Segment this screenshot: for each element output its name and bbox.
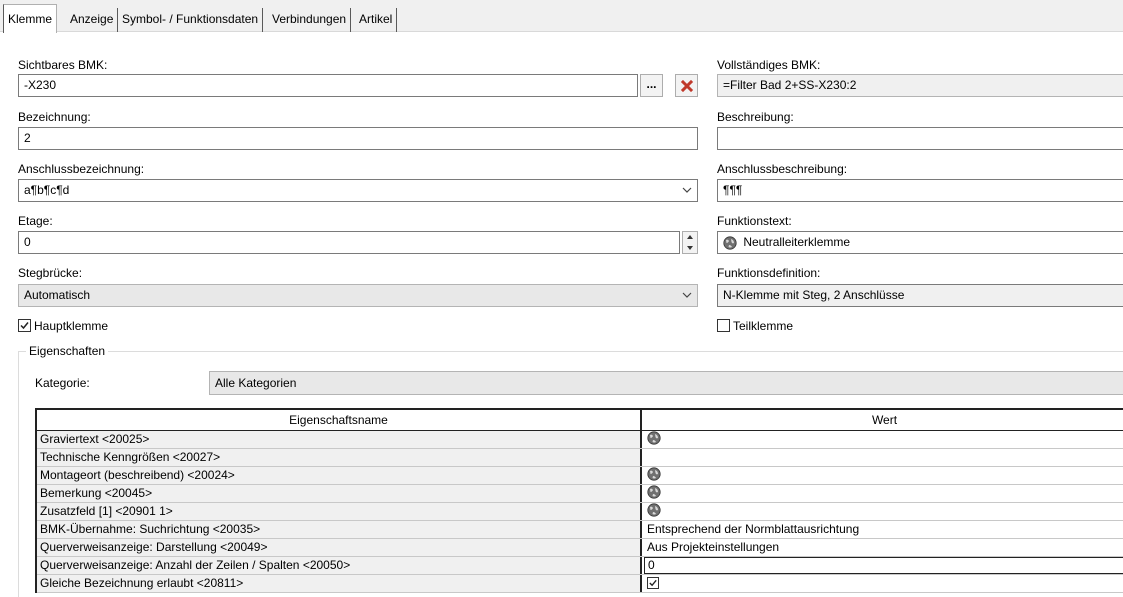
funktionstext-input[interactable]: Neutralleiterklemme: [717, 231, 1123, 254]
property-value-cell[interactable]: [644, 467, 1123, 484]
property-value-cell[interactable]: [644, 449, 1123, 466]
property-name-cell: BMK-Übernahme: Suchrichtung <20035>: [37, 521, 642, 538]
table-row[interactable]: Zusatzfeld [1] <20901 1>: [37, 503, 1123, 521]
browse-button[interactable]: ...: [640, 74, 663, 97]
table-row[interactable]: Montageort (beschreibend) <20024>: [37, 467, 1123, 485]
table-header: Eigenschaftsname Wert: [37, 410, 1123, 431]
hauptklemme-label: Hauptklemme: [34, 319, 109, 333]
beschreibung-label: Beschreibung:: [717, 110, 794, 124]
sichtbares-bmk-label: Sichtbares BMK:: [18, 58, 108, 72]
globe-icon: [647, 467, 661, 481]
tab-label: Verbindungen: [272, 12, 347, 26]
table-body: Graviertext <20025> Technische Kenngrößen…: [37, 431, 1123, 593]
property-value-cell[interactable]: Aus Projekteinstellungen: [644, 539, 1123, 556]
property-name-cell: Zusatzfeld [1] <20901 1>: [37, 503, 642, 520]
property-value-cell[interactable]: [644, 431, 1123, 448]
funktionstext-value: Neutralleiterklemme: [743, 235, 851, 249]
vollstaendiges-bmk-field: =Filter Bad 2+SS-X230:2: [717, 74, 1123, 97]
tab-label: Symbol- / Funktionsdaten: [122, 12, 259, 26]
chevron-down-icon[interactable]: [683, 243, 697, 253]
etage-input[interactable]: 0: [18, 231, 680, 254]
property-name-cell: Gleiche Bezeichnung erlaubt <20811>: [37, 575, 642, 592]
property-value: 0: [648, 558, 655, 572]
etage-label: Etage:: [18, 214, 53, 228]
anschlussbeschreibung-input[interactable]: ¶¶¶: [717, 179, 1123, 202]
close-icon: [680, 79, 693, 93]
anschlussbezeichnung-label: Anschlussbezeichnung:: [18, 162, 145, 176]
column-header-name[interactable]: Eigenschaftsname: [37, 410, 642, 430]
delete-button[interactable]: [675, 74, 698, 97]
tab-label: Anzeige: [70, 12, 114, 26]
tab-label: Klemme: [8, 12, 53, 26]
property-name-cell: Graviertext <20025>: [37, 431, 642, 448]
property-value-cell[interactable]: [644, 485, 1123, 502]
globe-icon: [723, 236, 737, 250]
property-name-cell: Querverweisanzeige: Darstellung <20049>: [37, 539, 642, 556]
globe-icon: [647, 485, 661, 499]
tab-label: Artikel: [359, 12, 393, 26]
kategorie-combobox[interactable]: Alle Kategorien: [209, 371, 1123, 395]
funktionsdefinition-label: Funktionsdefinition:: [717, 266, 821, 280]
property-name-cell: Querverweisanzeige: Anzahl der Zeilen / …: [37, 557, 642, 574]
property-value-cell[interactable]: Entsprechend der Normblattausrichtung: [644, 521, 1123, 538]
property-value-cell[interactable]: [644, 575, 1123, 592]
property-value-cell[interactable]: 0: [644, 557, 1123, 574]
funktionstext-label: Funktionstext:: [717, 214, 792, 228]
kategorie-label: Kategorie:: [35, 376, 90, 390]
vollstaendiges-bmk-label: Vollständiges BMK:: [717, 58, 821, 72]
etage-stepper[interactable]: [682, 231, 698, 254]
property-name-cell: Technische Kenngrößen <20027>: [37, 449, 642, 466]
properties-table: Eigenschaftsname Wert Graviertext <20025…: [35, 408, 1123, 593]
tab-artikel[interactable]: Artikel: [355, 8, 398, 32]
sichtbares-bmk-input[interactable]: -X230: [18, 74, 638, 97]
property-name-cell: Bemerkung <20045>: [37, 485, 642, 502]
checkmark-icon: [649, 579, 657, 587]
teilklemme-label: Teilklemme: [733, 319, 794, 333]
globe-icon: [647, 431, 661, 445]
gleiche-bezeichnung-checkbox[interactable]: [647, 577, 659, 589]
bezeichnung-input[interactable]: 2: [18, 127, 698, 150]
funktionsdefinition-field[interactable]: N-Klemme mit Steg, 2 Anschlüsse: [717, 284, 1123, 307]
table-row[interactable]: Querverweisanzeige: Anzahl der Zeilen / …: [37, 557, 1123, 575]
chevron-down-icon: [682, 187, 692, 193]
table-row[interactable]: Bemerkung <20045>: [37, 485, 1123, 503]
property-value-cell[interactable]: [644, 503, 1123, 520]
chevron-down-icon: [682, 292, 692, 298]
tab-anzeige[interactable]: Anzeige: [66, 8, 119, 32]
beschreibung-input[interactable]: [717, 127, 1123, 150]
eigenschaften-group-label: Eigenschaften: [26, 344, 109, 358]
stegbruecke-value: Automatisch: [24, 288, 91, 302]
anschlussbeschreibung-label: Anschlussbeschreibung:: [717, 162, 848, 176]
property-name-cell: Montageort (beschreibend) <20024>: [37, 467, 642, 484]
teilklemme-checkbox[interactable]: [717, 319, 730, 332]
hauptklemme-checkbox[interactable]: [18, 319, 31, 332]
anschlussbezeichnung-combobox[interactable]: a¶b¶c¶d: [18, 179, 698, 202]
tab-bar: Klemme Anzeige Symbol- / Funktionsdaten …: [0, 0, 1123, 33]
table-row[interactable]: Gleiche Bezeichnung erlaubt <20811>: [37, 575, 1123, 593]
stegbruecke-label: Stegbrücke:: [18, 266, 83, 280]
tab-verbindungen[interactable]: Verbindungen: [268, 8, 352, 32]
property-value: Aus Projekteinstellungen: [647, 540, 780, 554]
table-row[interactable]: Technische Kenngrößen <20027>: [37, 449, 1123, 467]
tab-symbol-funktionsdaten[interactable]: Symbol- / Funktionsdaten: [118, 8, 264, 32]
globe-icon: [647, 503, 661, 517]
stegbruecke-combobox[interactable]: Automatisch: [18, 284, 698, 307]
table-row[interactable]: BMK-Übernahme: Suchrichtung <20035> Entsp…: [37, 521, 1123, 539]
column-header-value[interactable]: Wert: [644, 410, 1123, 430]
chevron-up-icon[interactable]: [683, 232, 697, 242]
checkmark-icon: [20, 322, 29, 330]
anschlussbezeichnung-value: a¶b¶c¶d: [24, 183, 70, 197]
table-row[interactable]: Graviertext <20025>: [37, 431, 1123, 449]
bezeichnung-label: Bezeichnung:: [18, 110, 91, 124]
tab-klemme[interactable]: Klemme: [3, 4, 58, 33]
table-row[interactable]: Querverweisanzeige: Darstellung <20049> A…: [37, 539, 1123, 557]
property-value: Entsprechend der Normblattausrichtung: [647, 522, 860, 536]
